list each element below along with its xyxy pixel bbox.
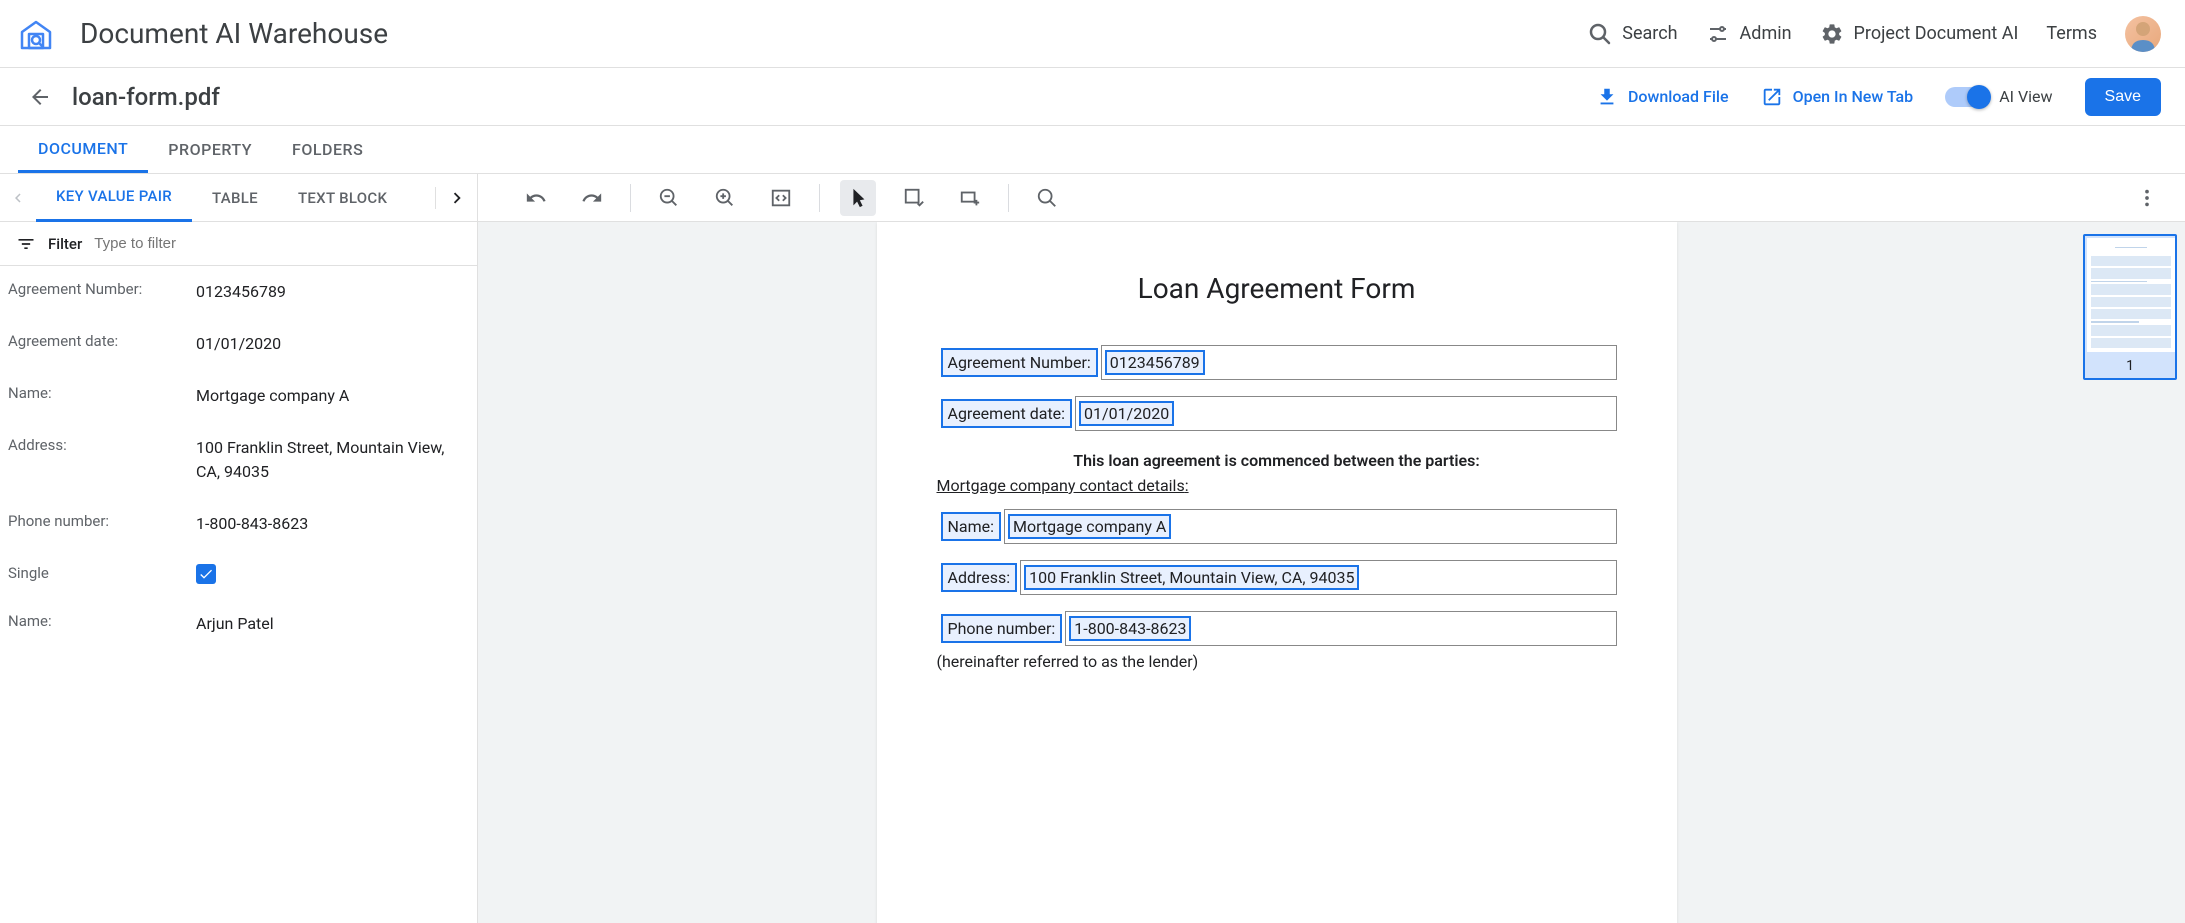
left-panel: KEY VALUE PAIR TABLE TEXT BLOCK Filter A… xyxy=(0,174,478,923)
tab-property[interactable]: PROPERTY xyxy=(148,126,272,173)
download-button[interactable]: Download File xyxy=(1596,86,1729,108)
page-thumbnail[interactable]: 1 xyxy=(2083,234,2177,380)
form-field[interactable]: Phone number: 1-800-843-8623 xyxy=(937,611,1617,646)
select-check-tool[interactable] xyxy=(896,180,932,216)
filter-input[interactable] xyxy=(94,235,461,252)
kv-key: Phone number: xyxy=(8,512,196,530)
sub-tabs-prev[interactable] xyxy=(0,189,36,207)
ai-view-label: AI View xyxy=(1999,87,2052,106)
kv-value: Arjun Patel xyxy=(196,612,469,636)
save-button[interactable]: Save xyxy=(2085,78,2161,116)
kv-key: Name: xyxy=(8,612,196,630)
kv-row[interactable]: Agreement date: 01/01/2020 xyxy=(0,318,477,370)
field-key: Agreement Number: xyxy=(941,348,1098,377)
tab-folders[interactable]: FOLDERS xyxy=(272,126,383,173)
download-label: Download File xyxy=(1628,87,1729,106)
field-value: 100 Franklin Street, Mountain View, CA, … xyxy=(1024,565,1359,590)
field-value: Mortgage company A xyxy=(1008,514,1171,539)
kv-row[interactable]: Single xyxy=(0,550,477,598)
field-key: Phone number: xyxy=(941,614,1063,643)
top-header: Document AI Warehouse Search Admin Proje… xyxy=(0,0,2185,68)
terms-nav[interactable]: Terms xyxy=(2046,23,2097,44)
open-tab-label: Open In New Tab xyxy=(1793,87,1914,106)
search-icon xyxy=(1588,22,1612,46)
search-label: Search xyxy=(1622,23,1677,44)
doc-title: Loan Agreement Form xyxy=(877,272,1677,305)
form-field[interactable]: Agreement date: 01/01/2020 xyxy=(937,396,1617,431)
more-menu[interactable] xyxy=(2129,180,2165,216)
open-tab-button[interactable]: Open In New Tab xyxy=(1761,86,1914,108)
kv-key: Address: xyxy=(8,436,196,454)
search-nav[interactable]: Search xyxy=(1588,22,1677,46)
external-link-icon xyxy=(1761,86,1783,108)
thumbnails-panel: 1 xyxy=(2075,222,2185,923)
kv-row[interactable]: Phone number: 1-800-843-8623 xyxy=(0,498,477,550)
kv-value: 1-800-843-8623 xyxy=(196,512,469,536)
kv-row[interactable]: Address: 100 Franklin Street, Mountain V… xyxy=(0,422,477,498)
zoom-out-button[interactable] xyxy=(651,180,687,216)
app-logo[interactable] xyxy=(12,10,60,58)
field-value: 0123456789 xyxy=(1105,350,1205,375)
kv-key: Single xyxy=(8,564,196,582)
undo-button[interactable] xyxy=(518,180,554,216)
checkbox-icon xyxy=(196,564,216,584)
tune-icon xyxy=(1706,22,1730,46)
kv-value: Mortgage company A xyxy=(196,384,469,408)
kv-list: Agreement Number: 0123456789 Agreement d… xyxy=(0,266,477,923)
subtab-text-block[interactable]: TEXT BLOCK xyxy=(278,174,407,222)
doc-footnote: (hereinafter referred to as the lender) xyxy=(877,652,1677,671)
form-field[interactable]: Name: Mortgage company A xyxy=(937,509,1617,544)
code-view-button[interactable] xyxy=(763,180,799,216)
kv-row[interactable]: Name: Mortgage company A xyxy=(0,370,477,422)
subtab-key-value-pair[interactable]: KEY VALUE PAIR xyxy=(36,174,192,222)
viewer-toolbar xyxy=(478,174,2185,222)
form-field[interactable]: Address: 100 Franklin Street, Mountain V… xyxy=(937,560,1617,595)
admin-nav[interactable]: Admin xyxy=(1706,22,1792,46)
admin-label: Admin xyxy=(1740,23,1792,44)
kv-key: Name: xyxy=(8,384,196,402)
kv-value: 0123456789 xyxy=(196,280,469,304)
zoom-in-button[interactable] xyxy=(707,180,743,216)
field-key: Name: xyxy=(941,512,1002,541)
doc-section-text: This loan agreement is commenced between… xyxy=(877,451,1677,470)
search-tool[interactable] xyxy=(1029,180,1065,216)
ai-view-toggle[interactable] xyxy=(1945,87,1989,107)
pointer-tool[interactable] xyxy=(840,180,876,216)
project-nav[interactable]: Project Document AI xyxy=(1820,22,2019,46)
field-value: 1-800-843-8623 xyxy=(1069,616,1191,641)
kv-value: 01/01/2020 xyxy=(196,332,469,356)
document-page[interactable]: Loan Agreement Form Agreement Number: 01… xyxy=(877,222,1677,923)
kv-key: Agreement Number: xyxy=(8,280,196,298)
redo-button[interactable] xyxy=(574,180,610,216)
region-add-tool[interactable] xyxy=(952,180,988,216)
sub-header: loan-form.pdf Download File Open In New … xyxy=(0,68,2185,126)
thumbnail-page-number: 1 xyxy=(2087,356,2173,376)
document-scroll[interactable]: Loan Agreement Form Agreement Number: 01… xyxy=(478,222,2075,923)
subtab-table[interactable]: TABLE xyxy=(192,174,278,222)
kv-row[interactable]: Agreement Number: 0123456789 xyxy=(0,266,477,318)
kv-value: 100 Franklin Street, Mountain View, CA, … xyxy=(196,436,469,484)
avatar[interactable] xyxy=(2125,16,2161,52)
project-label: Project Document AI xyxy=(1854,23,2019,44)
kv-row[interactable]: Name: Arjun Patel xyxy=(0,598,477,650)
kv-value-checkbox xyxy=(196,564,469,584)
download-icon xyxy=(1596,86,1618,108)
field-value: 01/01/2020 xyxy=(1079,401,1174,426)
form-field[interactable]: Agreement Number: 0123456789 xyxy=(937,345,1617,380)
sub-tabs-next[interactable] xyxy=(435,187,477,209)
kv-key: Agreement date: xyxy=(8,332,196,350)
doc-subtext: Mortgage company contact details: xyxy=(877,476,1677,495)
file-title: loan-form.pdf xyxy=(72,83,1596,111)
gear-icon xyxy=(1820,22,1844,46)
viewer: Loan Agreement Form Agreement Number: 01… xyxy=(478,174,2185,923)
field-key: Agreement date: xyxy=(941,399,1073,428)
tab-document[interactable]: DOCUMENT xyxy=(18,126,148,173)
terms-label: Terms xyxy=(2046,23,2097,44)
filter-icon xyxy=(16,234,36,254)
app-title: Document AI Warehouse xyxy=(80,17,1588,50)
back-button[interactable] xyxy=(28,85,52,109)
filter-label: Filter xyxy=(48,235,82,253)
main-tabs: DOCUMENT PROPERTY FOLDERS xyxy=(0,126,2185,174)
field-key: Address: xyxy=(941,563,1018,592)
